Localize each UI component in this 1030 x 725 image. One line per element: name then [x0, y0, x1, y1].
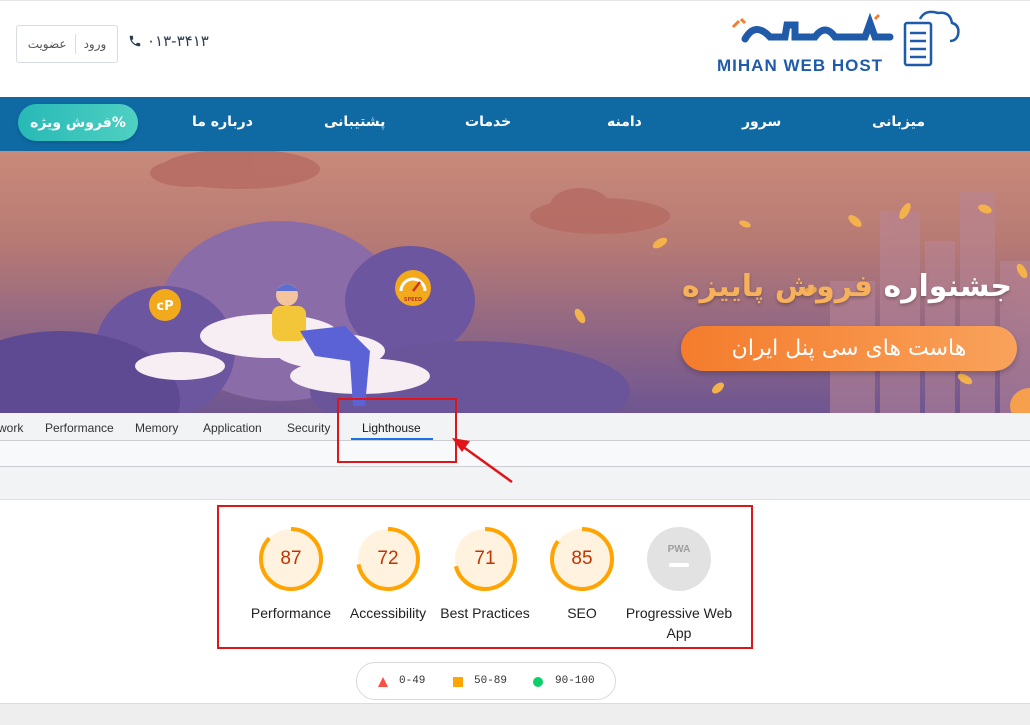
tab-application[interactable]: Application — [203, 421, 262, 435]
login-link[interactable]: ورود — [84, 37, 107, 51]
signup-link[interactable]: عضویت — [28, 37, 67, 51]
devtools-tab-bar: work Performance Memory Application Secu… — [0, 413, 1030, 441]
average-square-icon — [453, 677, 463, 687]
nav-item-services[interactable]: خدمات — [465, 114, 511, 130]
tab-security[interactable]: Security — [287, 421, 330, 435]
svg-text:SPEED: SPEED — [404, 297, 422, 303]
tab-network[interactable]: work — [0, 421, 23, 435]
nav-item-server[interactable]: سرور — [742, 114, 781, 130]
legend-pass-range: 90-100 — [555, 675, 595, 687]
speedometer-badge: SPEED — [395, 270, 431, 306]
banner-title-part1: جشنواره — [883, 269, 1012, 304]
top-clouds — [150, 151, 670, 234]
legend-fail-range: 0-49 — [399, 675, 426, 687]
legend-average-range: 50-89 — [474, 675, 508, 687]
tab-memory[interactable]: Memory — [135, 421, 178, 435]
main-nav: میزبانی سرور دامنه خدمات پشتیبانی درباره… — [0, 97, 1030, 151]
pass-circle-icon — [533, 677, 543, 687]
nav-item-support[interactable]: پشتیبانی — [324, 114, 385, 130]
logo-english: MIHAN WEB HOST — [717, 56, 883, 75]
phone-icon — [129, 35, 141, 47]
promo-banner[interactable]: cP SPEED جشنواره فروش پاییزه هاست های سی… — [0, 151, 1030, 413]
lighthouse-toolbar — [0, 467, 1030, 500]
report-bottom-strip — [0, 703, 1030, 725]
nav-item-hosting[interactable]: میزبانی — [872, 114, 925, 130]
phone-text: ۰۱۳-۳۴۱۳ — [147, 32, 209, 50]
banner-subtitle: هاست های سی پنل ایران — [731, 336, 967, 361]
devtools-toolbar — [0, 441, 1030, 467]
annotation-scores-box — [217, 505, 753, 649]
banner-title: جشنواره فروش پاییزه — [682, 269, 1012, 304]
svg-text:cP: cP — [156, 299, 173, 314]
fail-triangle-icon — [378, 677, 388, 687]
special-sale-button[interactable]: فروش ویژه% — [18, 104, 138, 141]
special-sale-label: فروش ویژه% — [30, 114, 126, 131]
banner-subtitle-pill[interactable]: هاست های سی پنل ایران — [681, 326, 1017, 371]
banner-title-part2: فروش پاییزه — [681, 269, 874, 304]
server-cloud-icon — [903, 10, 960, 67]
annotation-lighthouse-tab-box — [337, 398, 457, 463]
auth-divider — [74, 34, 76, 54]
phone-number[interactable]: ۰۱۳-۳۴۱۳ — [128, 32, 209, 50]
site-header: عضویت ورود ۰۱۳-۳۴۱۳ MIHAN WEB HOST — [0, 0, 1030, 97]
cpanel-badge: cP — [149, 289, 181, 321]
nav-item-domain[interactable]: دامنه — [607, 114, 642, 130]
score-legend: 0-49 50-89 90-100 — [356, 662, 616, 700]
tab-performance[interactable]: Performance — [45, 421, 114, 435]
site-logo[interactable]: MIHAN WEB HOST — [715, 9, 960, 79]
nav-item-about[interactable]: درباره ما — [192, 114, 253, 130]
logo-wordmark: MIHAN WEB HOST — [717, 12, 894, 75]
auth-box: عضویت ورود — [16, 25, 118, 63]
